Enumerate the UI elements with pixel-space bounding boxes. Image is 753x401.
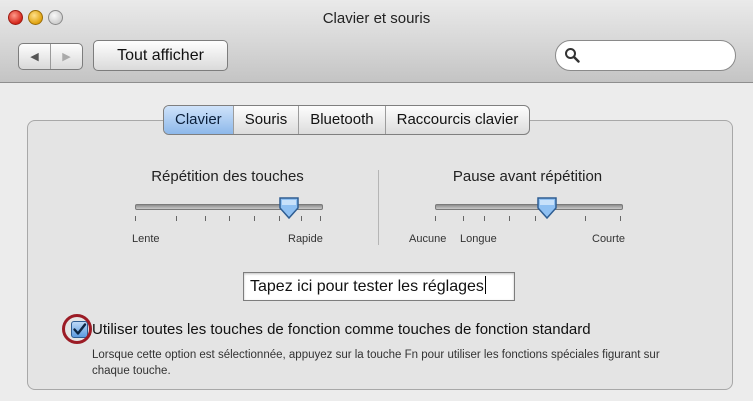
tick-mark xyxy=(484,216,485,221)
window-title: Clavier et souris xyxy=(322,10,431,27)
back-arrow-icon: ◀ xyxy=(30,51,39,63)
tab-bar: Clavier Souris Bluetooth Raccourcis clav… xyxy=(163,105,531,135)
search-input[interactable] xyxy=(584,46,728,66)
title-toolbar: Clavier et souris ◀ ▶ Tout afficher xyxy=(0,0,753,83)
delay-min-label: Aucune xyxy=(409,233,447,245)
delay-slider-thumb[interactable] xyxy=(536,196,558,220)
tab-bluetooth[interactable]: Bluetooth xyxy=(298,106,384,134)
text-cursor xyxy=(484,276,486,294)
tab-clavier[interactable]: Clavier xyxy=(164,106,233,134)
tick-mark xyxy=(176,216,177,221)
tick-mark xyxy=(509,216,510,221)
fn-keys-label[interactable]: Utiliser toutes les touches de fonction … xyxy=(92,321,591,338)
delay-slider-track[interactable] xyxy=(435,204,623,210)
tick-mark xyxy=(585,216,586,221)
tick-mark xyxy=(463,216,464,221)
tab-souris[interactable]: Souris xyxy=(232,106,299,134)
tick-mark xyxy=(254,216,255,221)
key-repeat-min-label: Lente xyxy=(132,233,160,245)
back-forward-control: ◀ ▶ xyxy=(18,43,83,70)
forward-arrow-icon: ▶ xyxy=(62,51,71,63)
back-button[interactable]: ◀ xyxy=(19,44,50,69)
key-repeat-slider-thumb[interactable] xyxy=(278,196,300,220)
fn-keys-help-text: Lorsque cette option est sélectionnée, a… xyxy=(92,349,660,377)
tick-mark xyxy=(435,216,436,221)
annotation-circle xyxy=(62,314,92,344)
delay-mid-label: Longue xyxy=(460,233,497,245)
show-all-button[interactable]: Tout afficher xyxy=(93,40,228,71)
tick-mark xyxy=(135,216,136,221)
tick-mark xyxy=(301,216,302,221)
tick-mark xyxy=(620,216,621,221)
typing-test-field[interactable]: Tapez ici pour tester les réglages xyxy=(243,272,515,301)
tab-raccourcis-clavier[interactable]: Raccourcis clavier xyxy=(384,106,530,134)
preferences-window: Clavier et souris ◀ ▶ Tout afficher Clav… xyxy=(0,0,753,401)
search-icon xyxy=(565,48,580,63)
tick-mark xyxy=(205,216,206,221)
typing-test-text: Tapez ici pour tester les réglages xyxy=(250,278,484,295)
slider-divider xyxy=(378,170,379,245)
key-repeat-title: Répétition des touches xyxy=(151,168,304,185)
tick-mark xyxy=(229,216,230,221)
key-repeat-max-label: Rapide xyxy=(288,233,323,245)
delay-max-label: Courte xyxy=(592,233,626,245)
delay-title: Pause avant répétition xyxy=(452,168,603,185)
search-field[interactable] xyxy=(555,40,736,71)
tick-mark xyxy=(320,216,321,221)
forward-button[interactable]: ▶ xyxy=(50,44,82,69)
